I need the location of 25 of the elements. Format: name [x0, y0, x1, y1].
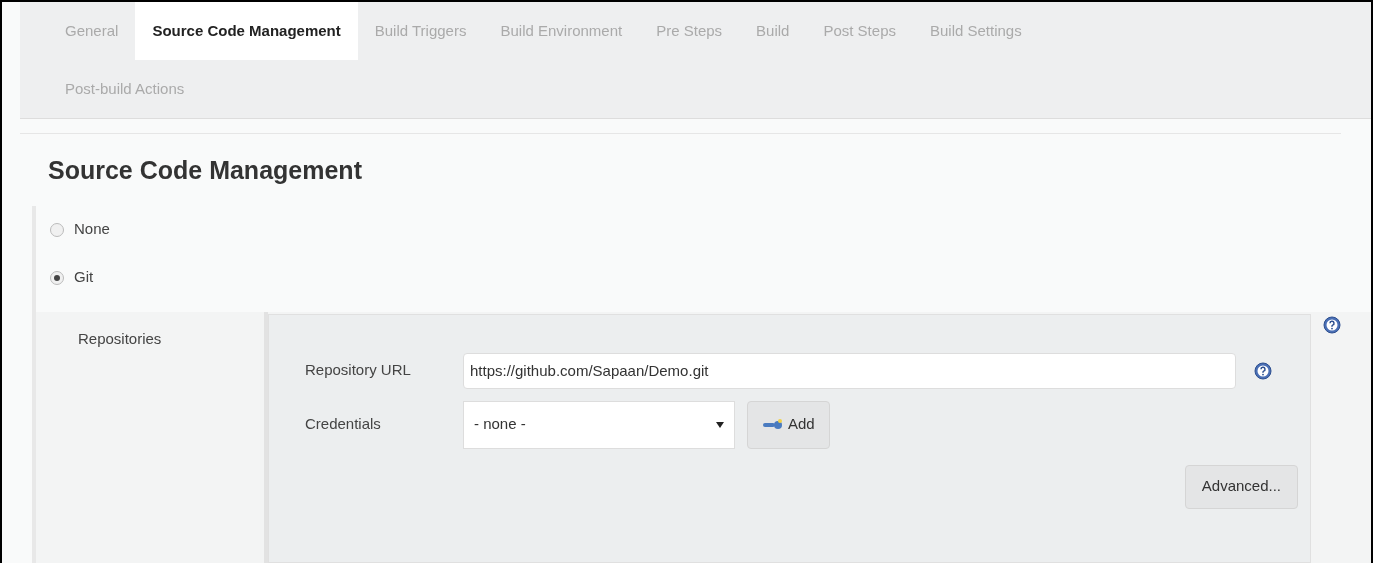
- tab[interactable]: Build: [739, 2, 807, 60]
- field-label: Repositories: [77, 328, 163, 349]
- tab[interactable]: Source Code Management: [135, 2, 358, 60]
- help-icon[interactable]: [1254, 361, 1272, 380]
- tab[interactable]: Build Settings: [913, 2, 1039, 60]
- tab[interactable]: Post-build Actions: [48, 60, 202, 118]
- help-icon[interactable]: [1323, 315, 1341, 334]
- tab[interactable]: Build Environment: [483, 2, 640, 60]
- radio-button[interactable]: [50, 270, 64, 285]
- url-input-field[interactable]: https://github.com/Sapaan/Demo.git: [463, 352, 1236, 389]
- tab[interactable]: Post Steps: [806, 2, 913, 60]
- section-title: Source Code Management: [48, 155, 363, 186]
- key-icon: [762, 418, 784, 431]
- tab[interactable]: General: [48, 2, 136, 60]
- radio-label: None: [74, 219, 110, 240]
- advanced-button[interactable]: Advanced...: [1184, 464, 1298, 509]
- radio-button[interactable]: [50, 222, 64, 237]
- credentials-dropdown[interactable]: - none -: [463, 400, 735, 449]
- tab[interactable]: Pre Steps: [639, 2, 740, 60]
- radio-label: Git: [74, 267, 94, 288]
- field-label: Repository URL: [305, 360, 412, 381]
- add-button[interactable]: Add: [747, 400, 830, 449]
- dropdown-caret-icon: [716, 420, 724, 429]
- field-label: Credentials: [305, 414, 382, 435]
- tab[interactable]: Build Triggers: [357, 2, 484, 60]
